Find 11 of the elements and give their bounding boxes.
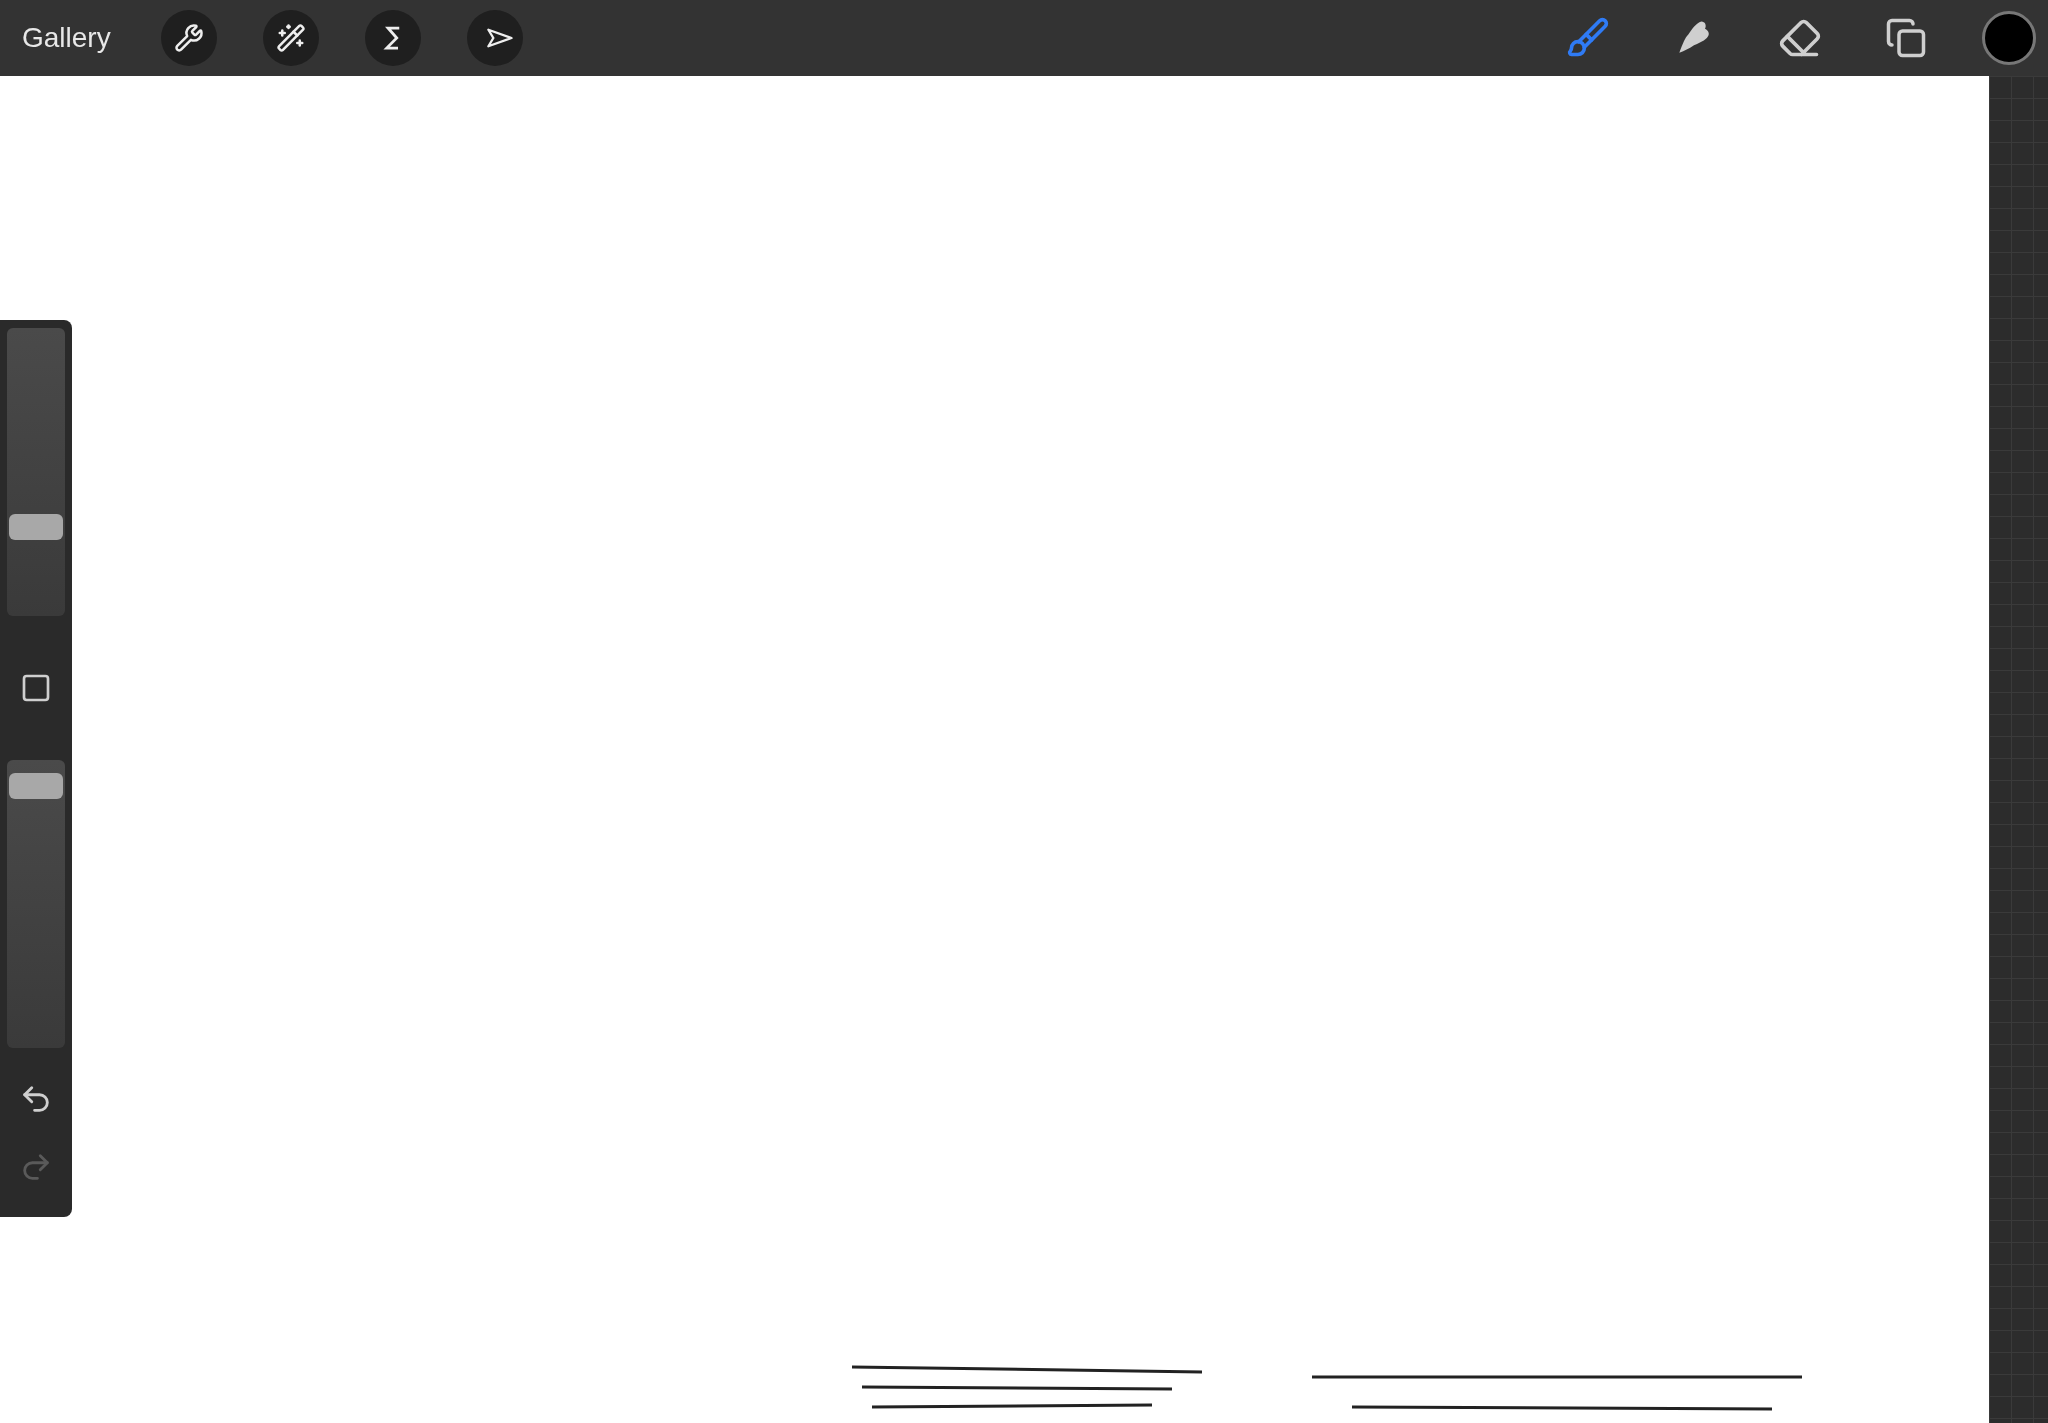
color-swatch[interactable] bbox=[1982, 11, 2036, 65]
layers-icon bbox=[1885, 17, 1927, 59]
gallery-button[interactable]: Gallery bbox=[18, 16, 115, 60]
slider-thumb[interactable] bbox=[9, 514, 63, 540]
magic-wand-icon bbox=[275, 23, 306, 53]
square-icon bbox=[20, 672, 52, 704]
size-slider[interactable] bbox=[7, 328, 65, 616]
slider-thumb[interactable] bbox=[9, 773, 63, 800]
wrench-icon bbox=[173, 23, 204, 53]
drawing-canvas[interactable] bbox=[0, 76, 1989, 1423]
opacity-slider[interactable] bbox=[7, 760, 65, 1048]
